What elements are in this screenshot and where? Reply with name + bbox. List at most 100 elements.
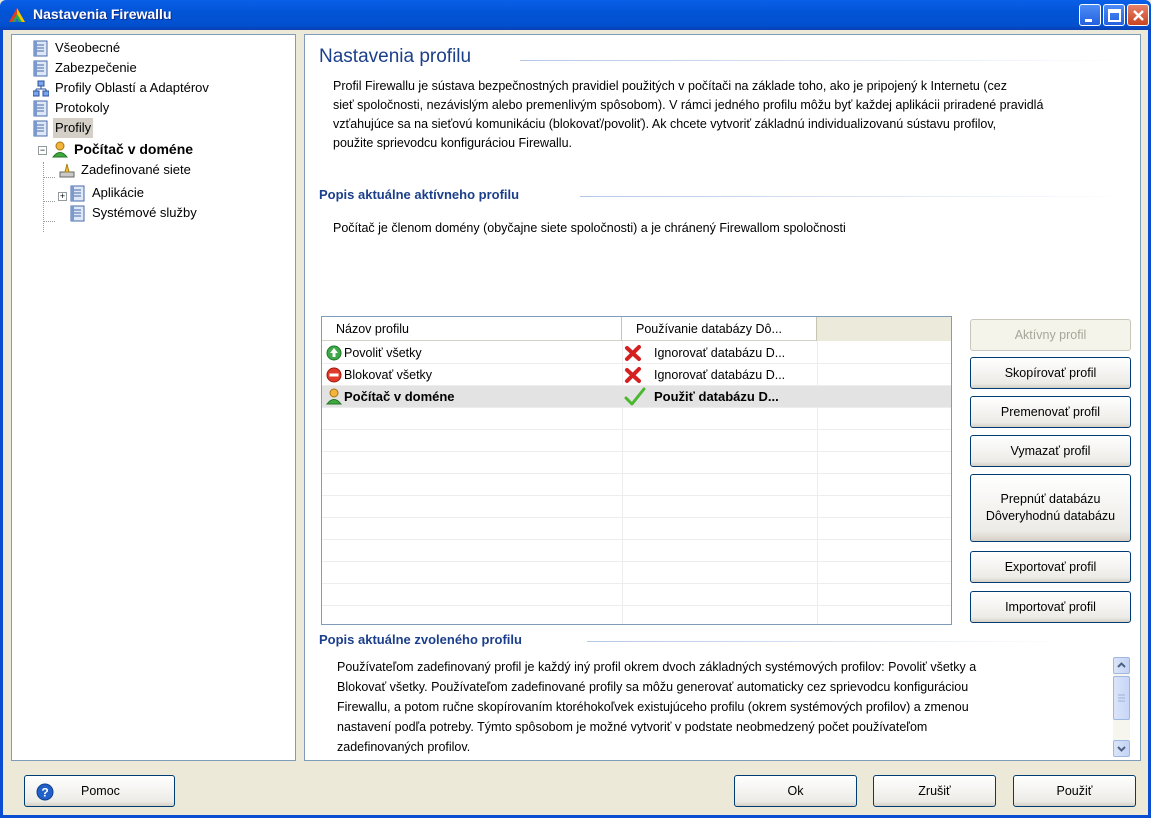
table-row-empty <box>322 452 951 474</box>
table-row-empty <box>322 518 951 540</box>
active-profile-button[interactable]: Aktívny profil <box>970 319 1131 351</box>
profile-db: Použiť databázu D... <box>654 389 779 404</box>
close-icon <box>1133 10 1144 21</box>
table-row[interactable]: Blokovať všetky Ignorovať databázu D... <box>322 364 951 386</box>
intro-line: vzťahujúce sa na sieťovú komunikáciu (bl… <box>333 117 997 131</box>
user-icon <box>52 141 68 158</box>
table-header: Názov profilu Používanie databázy Dô... <box>322 317 951 341</box>
title-bar: Nastavenia Firewallu <box>0 0 1151 30</box>
description-line: Blokovať všetky. Používateľom zadefinova… <box>337 680 969 694</box>
help-label: Pomoc <box>81 784 120 798</box>
rename-profile-button[interactable]: Premenovať profil <box>970 396 1131 428</box>
tree-connector <box>43 201 55 202</box>
svg-text:?: ? <box>41 786 48 800</box>
profile-name: Blokovať všetky <box>344 368 433 382</box>
table-row[interactable]: Počítač v doméne Použiť databázu D... <box>322 386 951 408</box>
table-row-empty <box>322 496 951 518</box>
chevron-down-icon <box>1117 746 1126 752</box>
column-header-database[interactable]: Používanie databázy Dô... <box>622 317 817 341</box>
switch-database-button[interactable]: Prepnúť databázu Dôveryhodnú databázu <box>970 474 1131 542</box>
document-icon <box>33 60 48 77</box>
selected-profile-heading: Popis aktuálne zvoleného profilu <box>319 632 522 647</box>
tree-item-label: Protokoly <box>55 100 110 115</box>
scroll-thumb[interactable] <box>1113 676 1130 720</box>
tree-item-label: Systémové služby <box>92 205 197 220</box>
tree-connector <box>43 177 55 178</box>
intro-line: sieť spoločnosti, nezávislým alebo preme… <box>333 98 1044 112</box>
chevron-up-icon <box>1117 662 1126 668</box>
profiles-table[interactable]: Názov profilu Používanie databázy Dô... … <box>321 316 952 625</box>
red-x-icon <box>625 367 641 383</box>
tree-item-label: Profily <box>53 118 94 138</box>
settings-tree[interactable]: Všeobecné Zabezpečenie Profily Oblastí a… <box>11 34 296 761</box>
export-profile-button[interactable]: Exportovať profil <box>970 551 1131 583</box>
document-icon <box>33 100 48 117</box>
profile-name: Povoliť všetky <box>344 346 422 360</box>
expand-toggle[interactable]: + <box>58 192 67 201</box>
green-check-icon <box>624 387 646 406</box>
network-icon <box>33 80 49 97</box>
active-profile-description: Počítač je členom domény (obyčajne siete… <box>333 221 846 235</box>
red-x-icon <box>625 345 641 361</box>
import-profile-button[interactable]: Importovať profil <box>970 591 1131 623</box>
section-divider <box>587 641 1067 642</box>
title-divider <box>520 60 1130 61</box>
collapse-toggle[interactable]: − <box>38 146 47 155</box>
help-icon: ? <box>36 783 54 801</box>
document-icon <box>70 185 85 202</box>
network-drive-icon <box>59 163 75 178</box>
document-icon <box>33 40 48 57</box>
table-row-empty <box>322 408 951 430</box>
maximize-button[interactable] <box>1103 4 1125 26</box>
ok-button[interactable]: Ok <box>734 775 857 807</box>
column-header-filler <box>817 317 951 341</box>
window-title: Nastavenia Firewallu <box>33 6 172 22</box>
table-row-empty <box>322 474 951 496</box>
tree-item-label: Zadefinované siete <box>81 162 191 177</box>
switch-database-line1: Prepnúť databázu <box>1000 492 1101 506</box>
scroll-up-button[interactable] <box>1113 657 1130 674</box>
apply-button[interactable]: Použiť <box>1013 775 1136 807</box>
intro-line: Profil Firewallu je sústava bezpečnostný… <box>333 79 1007 93</box>
minimize-button[interactable] <box>1079 4 1101 26</box>
table-row-empty <box>322 584 951 606</box>
profile-name: Počítač v doméne <box>344 389 455 404</box>
cancel-button[interactable]: Zrušiť <box>873 775 996 807</box>
tree-item-label: Aplikácie <box>92 185 145 200</box>
delete-profile-button[interactable]: Vymazať profil <box>970 435 1131 467</box>
description-line: Firewallu, a potom ručne skopírovaním kt… <box>337 700 969 714</box>
intro-line: použite sprievodcu konfiguráciou Firewal… <box>333 136 573 150</box>
page-title: Nastavenia profilu <box>319 46 472 67</box>
tree-connector <box>43 221 55 222</box>
profile-db: Ignorovať databázu D... <box>654 346 786 360</box>
column-header-name[interactable]: Názov profilu <box>322 317 622 341</box>
table-row-empty <box>322 540 951 562</box>
description-line: zadefinovaných profilov. <box>337 740 471 754</box>
profile-db: Ignorovať databázu D... <box>654 368 786 382</box>
close-button[interactable] <box>1127 4 1149 26</box>
description-line: Používateľom zadefinovaný profil je každ… <box>337 660 977 674</box>
content-panel: Nastavenia profilu Profil Firewallu je s… <box>304 34 1141 761</box>
scroll-down-button[interactable] <box>1113 740 1130 757</box>
switch-database-line2: Dôveryhodnú databázu <box>985 509 1116 523</box>
user-icon <box>326 388 342 405</box>
help-button[interactable]: ? Pomoc <box>24 775 175 807</box>
copy-profile-button[interactable]: Skopírovať profil <box>970 357 1131 389</box>
description-scrollbar[interactable] <box>1113 657 1130 757</box>
document-icon <box>70 205 85 222</box>
tree-item-label: Počítač v doméne <box>74 141 194 157</box>
scroll-track[interactable] <box>1113 674 1130 740</box>
table-row-empty <box>322 430 951 452</box>
active-profile-heading: Popis aktuálne aktívneho profilu <box>319 187 520 202</box>
tree-item-label: Profily Oblastí a Adaptérov <box>55 80 209 95</box>
intro-text: Profil Firewallu je sústava bezpečnostný… <box>333 77 1133 153</box>
description-line: nastavení podľa potreby. Týmto spôsobom … <box>337 720 928 734</box>
red-stop-icon <box>326 367 342 383</box>
tree-item-label: Zabezpečenie <box>55 60 137 75</box>
table-row[interactable]: Povoliť všetky Ignorovať databázu D... <box>322 342 951 364</box>
avg-logo-icon <box>9 8 25 22</box>
selected-profile-description: Používateľom zadefinovaný profil je každ… <box>337 657 1097 777</box>
section-divider <box>580 196 1130 197</box>
table-row-empty <box>322 562 951 584</box>
tree-item-label: Všeobecné <box>55 40 121 55</box>
